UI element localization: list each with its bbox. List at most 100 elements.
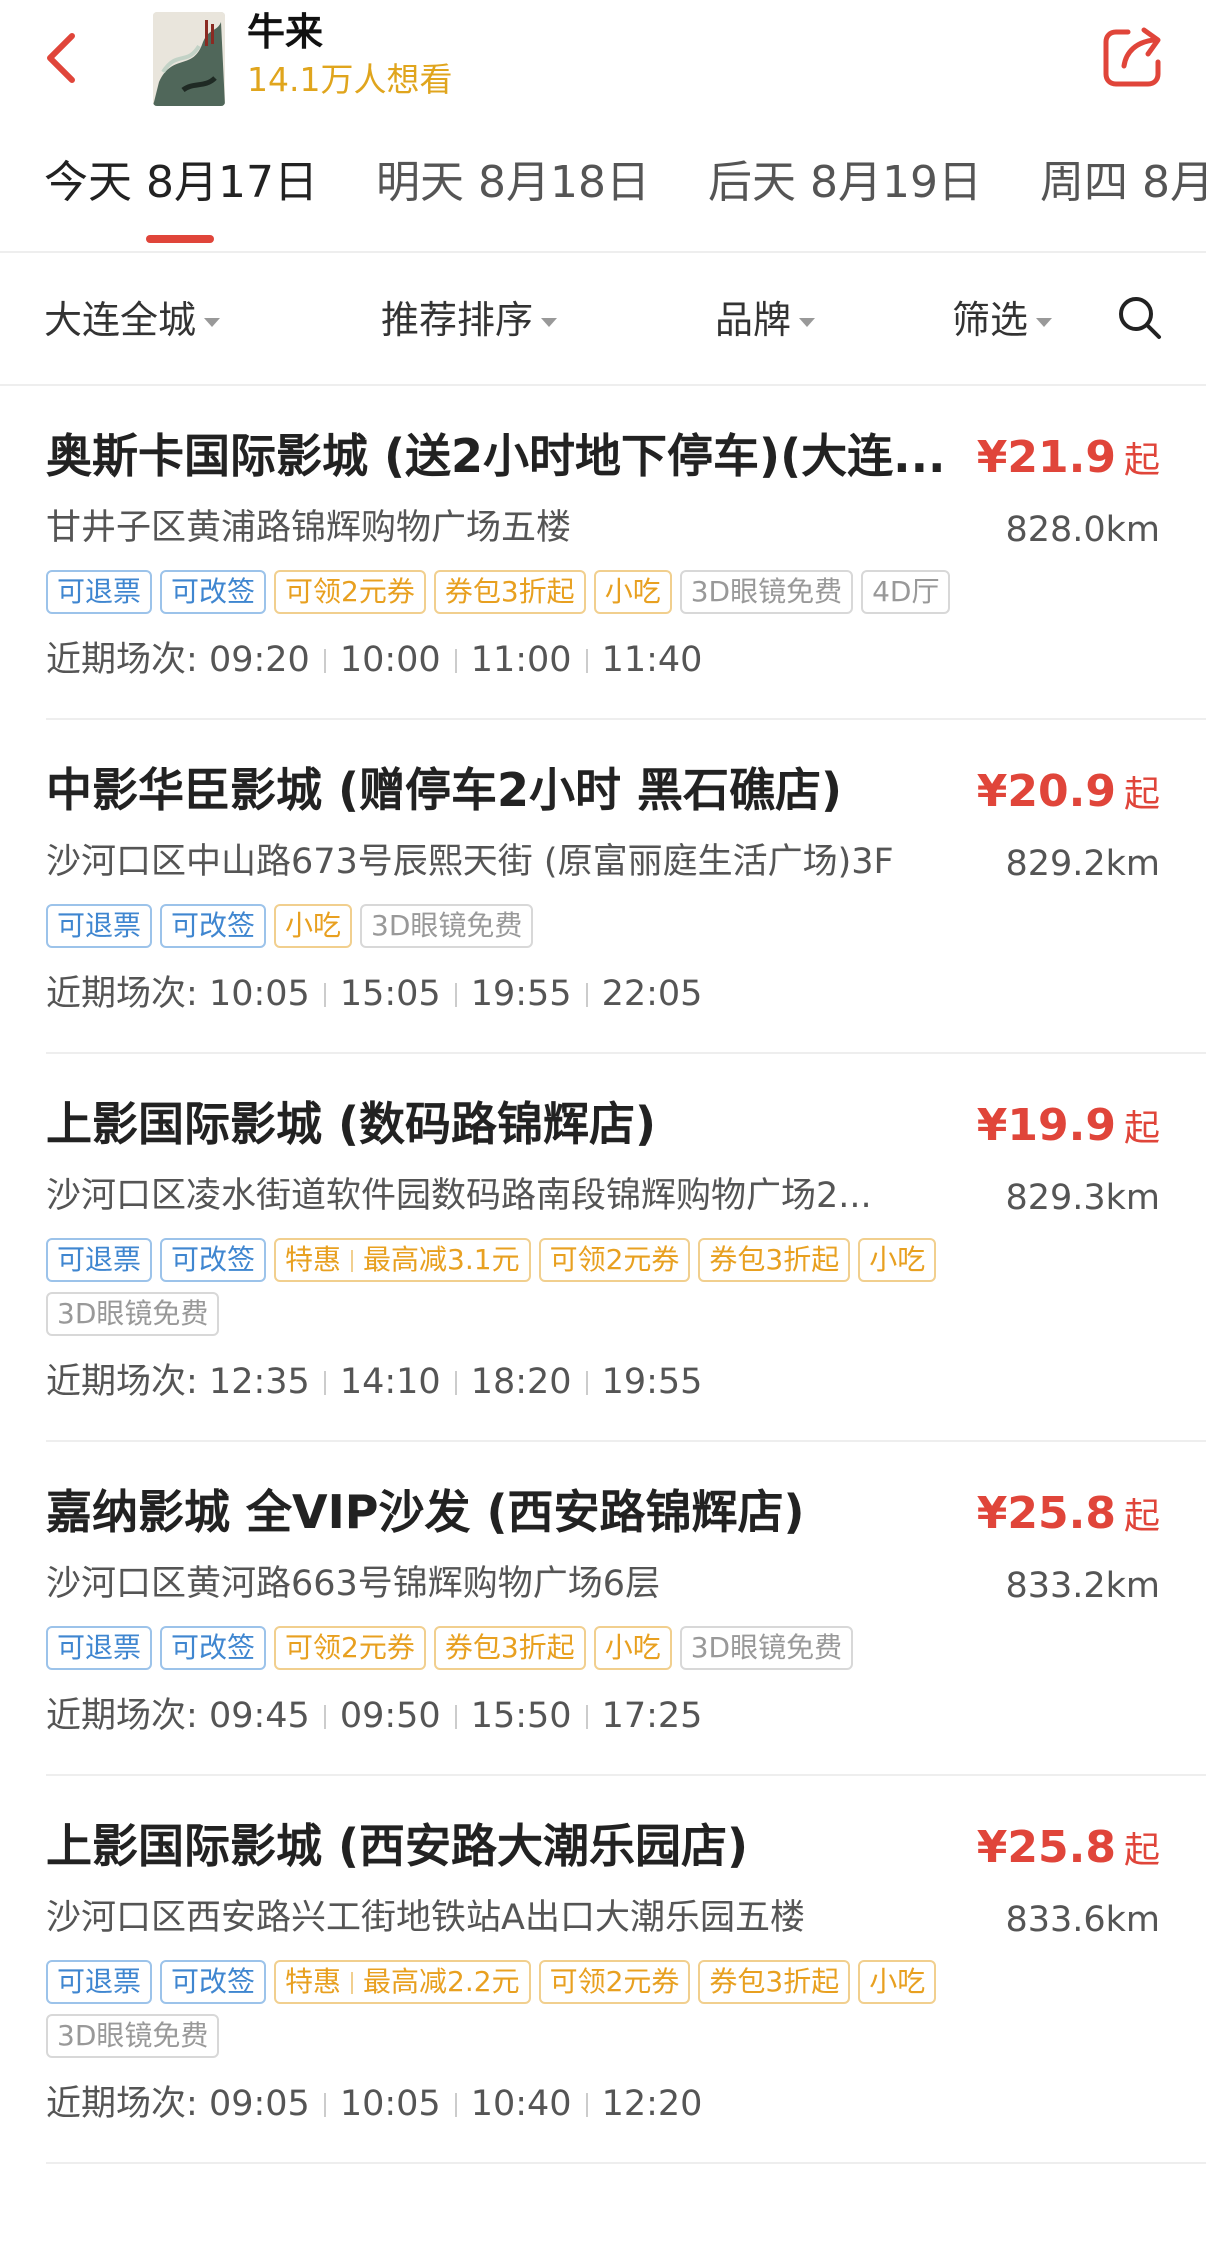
cinema-card[interactable]: 上影国际影城 (西安路大潮乐园店) ¥25.8 起沙河口区西安路兴工街地铁站A出口大… [46,1776,1206,2164]
feature-tag: 可退票 [46,570,153,614]
feature-tag: 可退票 [46,1960,153,2004]
cinema-name: 奥斯卡国际影城 (送2小时地下停车)(大连... [46,429,946,483]
showtime[interactable]: 11:40 [602,640,703,680]
showtime-separator [323,983,326,1007]
showtimes-label: 近期场次: [46,640,198,680]
tag-text: 券包3折起 [709,1965,840,1998]
showtime[interactable]: 12:20 [602,2084,703,2124]
tag-text: 特惠 [285,1965,342,1998]
showtime[interactable]: 09:45 [209,1696,310,1736]
showtime[interactable]: 10:05 [340,2084,441,2124]
tag-separator [351,1972,354,1994]
caret-down-icon [1036,318,1053,327]
back-button[interactable] [40,28,90,88]
movie-poster[interactable] [153,12,225,106]
showtime[interactable]: 10:40 [471,2084,572,2124]
price-suffix: 起 [1123,774,1160,815]
filter-brand[interactable]: 品牌 [715,296,816,344]
filter-city[interactable]: 大连全城 [44,296,221,344]
tag-text: 可领2元券 [549,1243,680,1276]
showtime[interactable]: 10:00 [340,640,441,680]
price-box: ¥25.8 起 [977,1486,1160,1551]
showtime[interactable]: 09:50 [340,1696,441,1736]
showtime[interactable]: 09:05 [209,2084,310,2124]
cinema-price: ¥20.9 [976,766,1116,817]
feature-tag: 券包3折起 [698,1238,851,1282]
showtime-separator [585,983,588,1007]
showtime[interactable]: 14:10 [340,1362,441,1402]
cinema-card-body: 中影华臣影城 (赠停车2小时 黑石礁店) ¥20.9 起沙河口区中山路673号辰熙天… [46,720,1206,1052]
showtime[interactable]: 19:55 [471,974,572,1014]
cinema-card[interactable]: 奥斯卡国际影城 (送2小时地下停车)(大连... ¥21.9 起甘井子区黄浦路锦辉购… [46,386,1206,720]
tag-text: 券包3折起 [444,1631,575,1664]
cinema-price: ¥25.8 [976,1488,1116,1539]
showtime[interactable]: 22:05 [602,974,703,1014]
cinema-address: 甘井子区黄浦路锦辉购物广场五楼 [46,508,572,548]
showtime[interactable]: 15:05 [340,974,441,1014]
showtimes-row: 近期场次: 09:45 09:50 15:50 17:25 [46,1692,1206,1740]
showtime-separator [454,1705,457,1729]
price-suffix: 起 [1123,1108,1160,1149]
filter-bar: 大连全城 推荐排序 品牌 筛选 [0,252,1206,384]
tag-text: 小吃 [604,575,661,608]
showtimes-row: 近期场次: 12:35 14:10 18:20 19:55 [46,1358,1206,1406]
showtime[interactable]: 15:50 [471,1696,572,1736]
tag-text: 可退票 [57,1243,142,1276]
caret-down-icon [799,318,816,327]
tag-text: 4D厅 [872,575,940,608]
showtime[interactable]: 09:20 [209,640,310,680]
cinema-price: ¥21.9 [976,432,1116,483]
cinema-name: 嘉纳影城 全VIP沙发 (西安路锦辉店) [46,1485,805,1539]
share-button[interactable] [1100,24,1166,90]
filter-sort[interactable]: 推荐排序 [381,296,558,344]
feature-tag: 特惠 最高减3.1元 [274,1238,531,1282]
header: 牛来 14.1万人想看 [0,0,1206,130]
tab-thursday[interactable]: 周四 8月 [1040,155,1206,211]
feature-tag: 可退票 [46,1626,153,1670]
showtime[interactable]: 10:05 [209,974,310,1014]
tag-text: 可退票 [57,1965,142,1998]
tag-text: 小吃 [869,1965,926,1998]
tag-text: 可领2元券 [549,1965,680,1998]
price-suffix: 起 [1123,1496,1160,1537]
tab-day-after[interactable]: 后天 8月19日 [708,155,982,211]
tag-list: 可退票 可改签 可领2元券 券包3折起 小吃 3D眼镜免费 [46,1626,1046,1670]
cinema-card[interactable]: 嘉纳影城 全VIP沙发 (西安路锦辉店) ¥25.8 起沙河口区黄河路663号锦辉购… [46,1442,1206,1776]
tab-today[interactable]: 今天 8月17日 [44,155,318,211]
tag-list: 可退票 可改签 小吃 3D眼镜免费 [46,904,1046,948]
showtime-separator [454,649,457,673]
cinema-address: 沙河口区中山路673号辰熙天街 (原富丽庭生活广场)3F [46,842,894,882]
feature-tag: 特惠 最高减2.2元 [274,1960,531,2004]
filter-more[interactable]: 筛选 [952,296,1053,344]
feature-tag: 小吃 [593,1626,672,1670]
tag-text: 小吃 [285,909,342,942]
cinema-list: 奥斯卡国际影城 (送2小时地下停车)(大连... ¥21.9 起甘井子区黄浦路锦辉购… [0,386,1206,2164]
search-icon [1119,297,1161,339]
showtimes-row: 近期场次: 09:05 10:05 10:40 12:20 [46,2080,1206,2128]
cinema-card[interactable]: 中影华臣影城 (赠停车2小时 黑石礁店) ¥20.9 起沙河口区中山路673号辰熙天… [46,720,1206,1054]
cinema-card[interactable]: 上影国际影城 (数码路锦辉店) ¥19.9 起沙河口区凌水街道软件园数码路南段锦辉购… [46,1054,1206,1442]
showtime[interactable]: 19:55 [602,1362,703,1402]
search-button[interactable] [1116,294,1164,342]
tab-tomorrow[interactable]: 明天 8月18日 [376,155,650,211]
price-box: ¥19.9 起 [977,1098,1160,1163]
price-suffix: 起 [1123,440,1160,481]
showtime-separator [323,1705,326,1729]
feature-tag: 可改签 [160,1960,267,2004]
feature-tag: 小吃 [593,570,672,614]
filter-sort-label: 推荐排序 [381,298,534,342]
tag-text: 可改签 [171,909,256,942]
cinema-distance: 829.3km [1005,1178,1160,1218]
showtime[interactable]: 12:35 [209,1362,310,1402]
feature-tag: 券包3折起 [433,570,586,614]
tag-text: 3D眼镜免费 [690,575,843,608]
tag-list: 可退票 可改签 特惠 最高减3.1元 可领2元券 券包3折起 小吃 3D眼镜免费 [46,1238,1046,1336]
showtime[interactable]: 18:20 [471,1362,572,1402]
tag-text-secondary: 最高减2.2元 [363,1965,520,1998]
tag-text: 可改签 [171,575,256,608]
feature-tag: 可退票 [46,904,153,948]
tag-text: 券包3折起 [709,1243,840,1276]
showtime[interactable]: 11:00 [471,640,572,680]
showtime[interactable]: 17:25 [602,1696,703,1736]
tag-text: 小吃 [604,1631,661,1664]
